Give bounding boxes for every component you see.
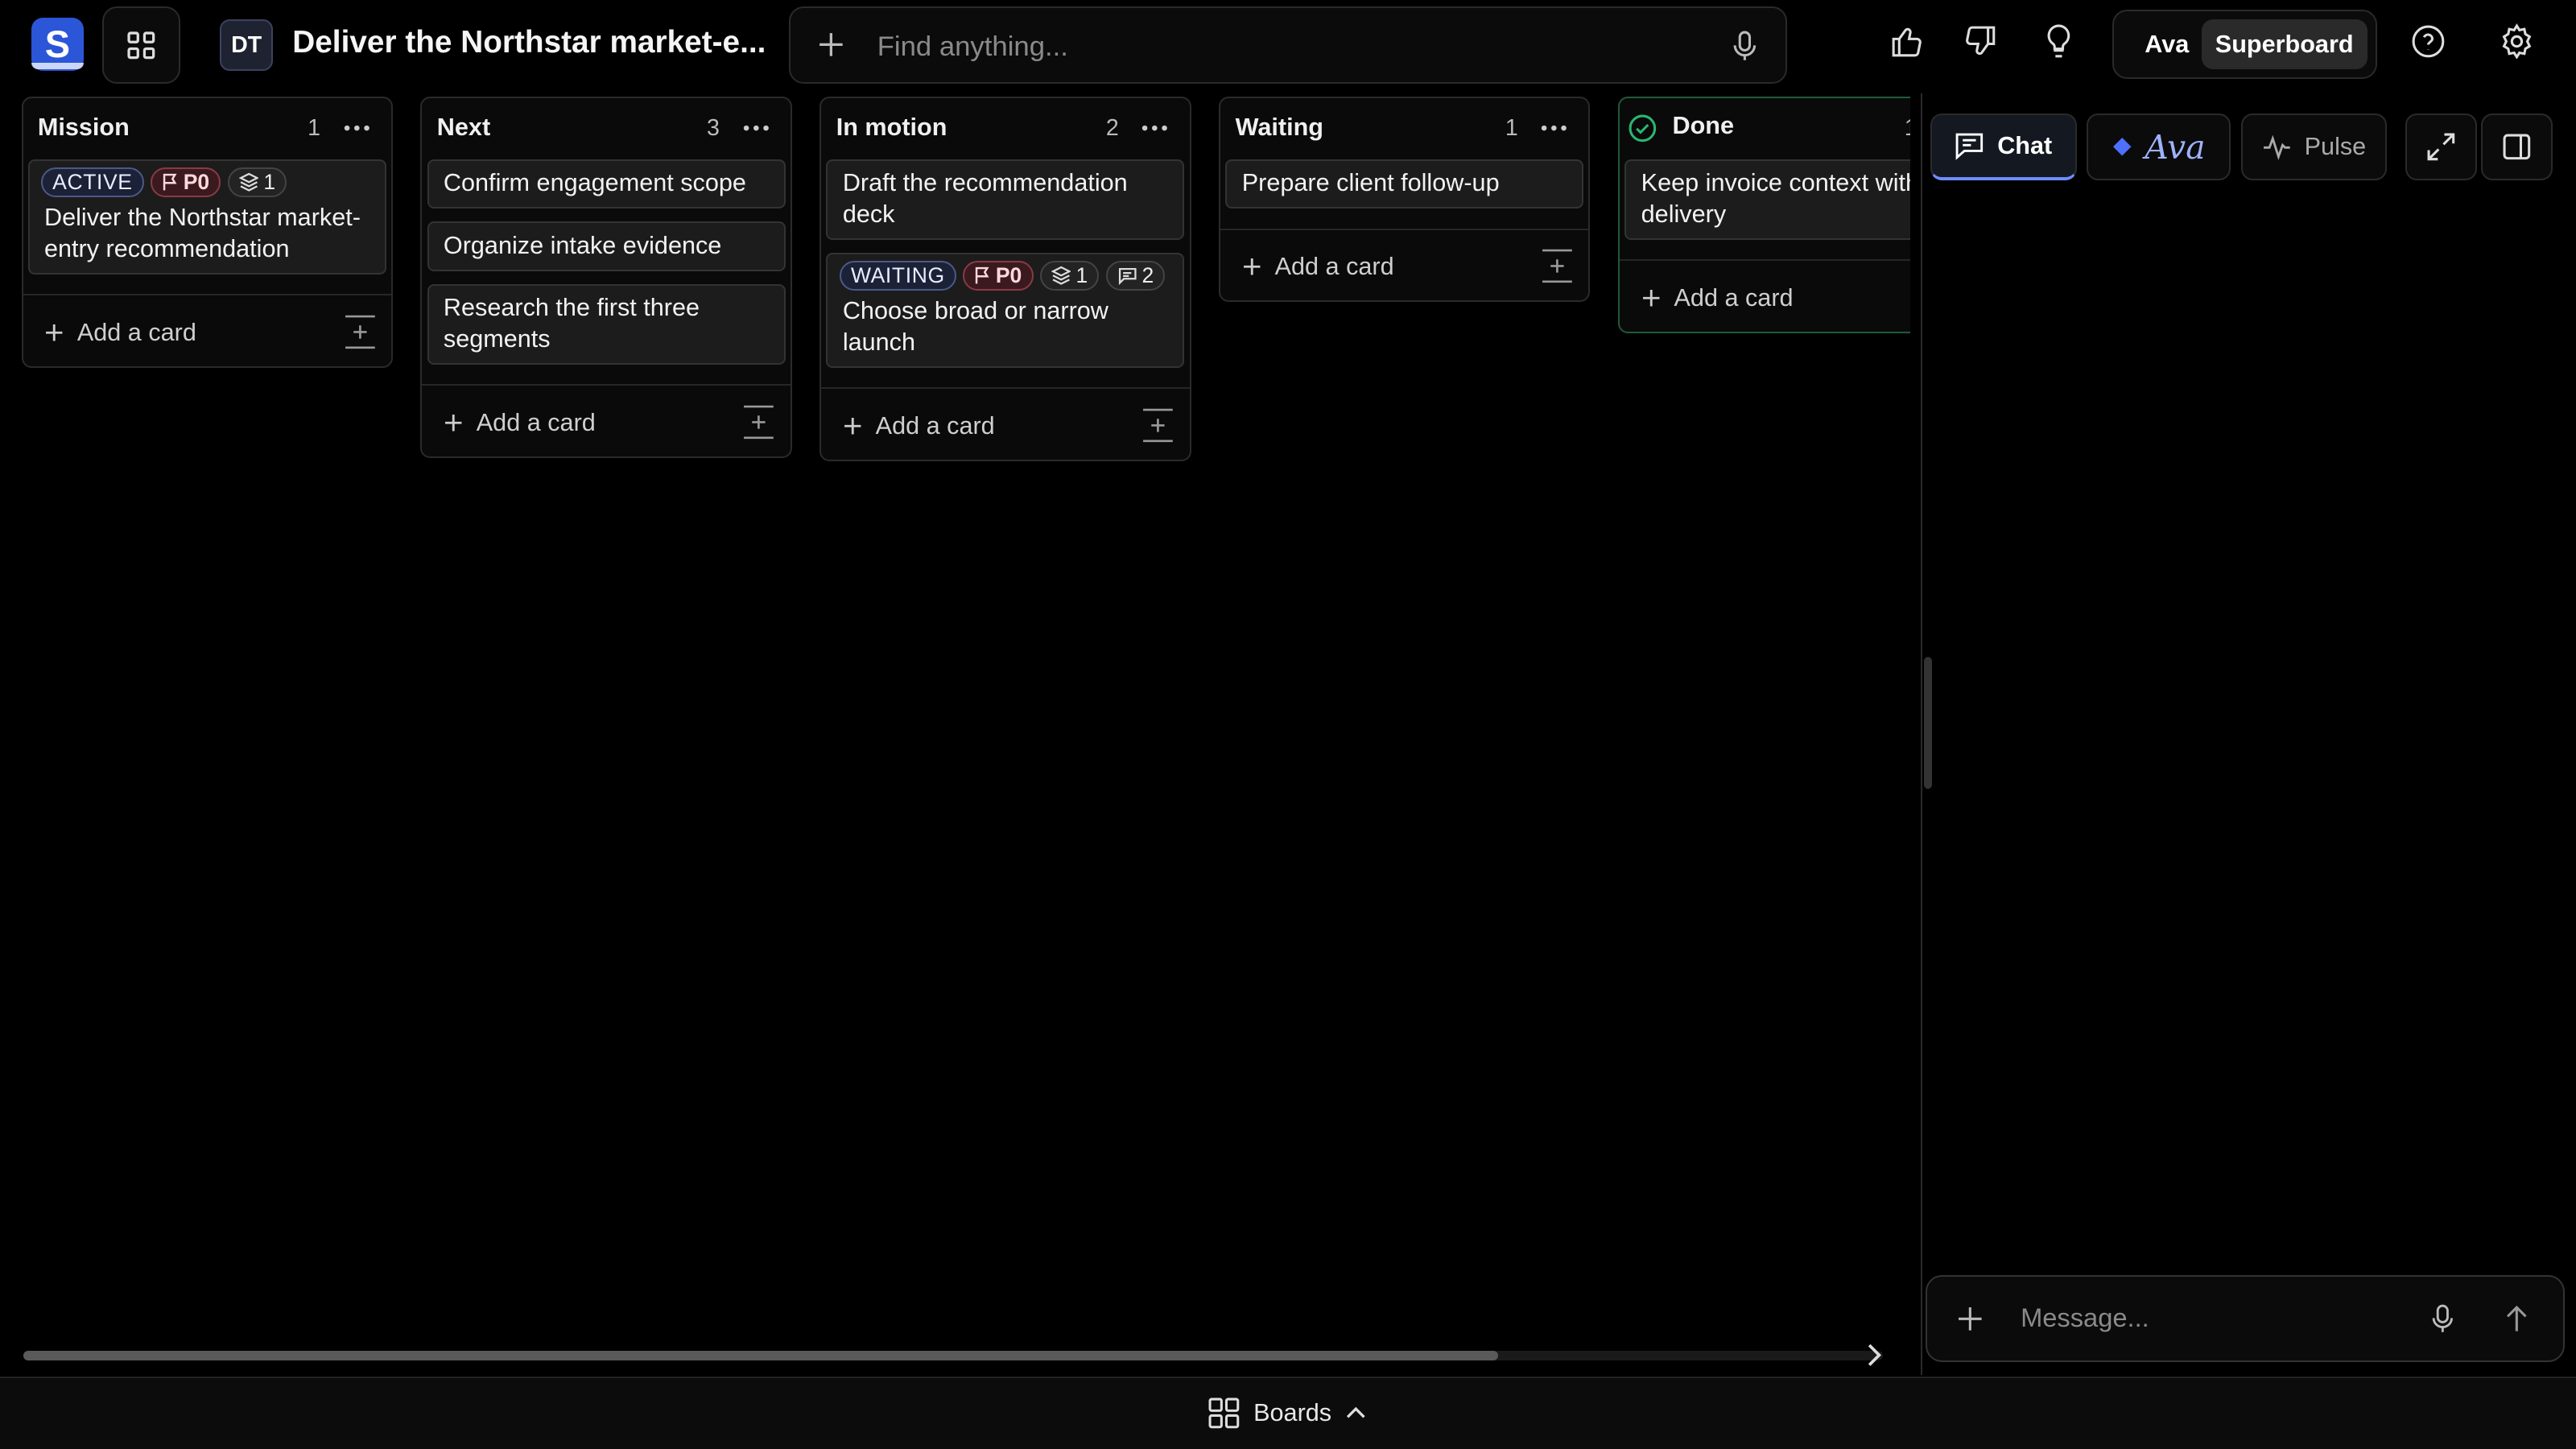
message-input[interactable]: Message...	[2021, 1302, 2149, 1333]
column-done: Done 1 Keep invoice context with deliver…	[1618, 97, 1911, 334]
assistant-panel: Chat Ava Pulse Message...	[1920, 93, 2576, 1376]
boards-label: Boards	[1253, 1398, 1332, 1426]
card[interactable]: Keep invoice context with delivery	[1624, 159, 1911, 240]
mic-icon[interactable]	[2429, 1304, 2456, 1334]
panel-resize-handle[interactable]	[1923, 657, 1932, 789]
help-icon[interactable]	[2410, 23, 2446, 60]
message-composer: Message...	[1925, 1274, 2565, 1362]
thumbs-down-icon[interactable]	[1963, 23, 2000, 60]
board-viewport: Done 1 Keep invoice context with deliver…	[0, 0, 1911, 1377]
chevron-up-icon	[1347, 1406, 1366, 1418]
column-header: Done 1	[1620, 98, 1910, 159]
scrollbar-thumb[interactable]	[23, 1350, 1499, 1360]
chat-icon	[1955, 133, 1984, 160]
add-card-button[interactable]: Add a card	[1641, 284, 1794, 312]
pulse-icon	[2263, 135, 2290, 160]
tab-chat[interactable]: Chat	[1930, 113, 2077, 181]
tab-label: Pulse	[2304, 133, 2367, 161]
diamond-icon	[2112, 138, 2132, 156]
column-count: 1	[1905, 115, 1911, 142]
gear-icon[interactable]	[2499, 23, 2535, 60]
tab-ava[interactable]: Ava	[2086, 113, 2231, 181]
bottom-bar: Boards	[0, 1377, 2576, 1449]
horizontal-scrollbar[interactable]	[23, 1350, 1883, 1360]
expand-icon	[2427, 133, 2455, 161]
mode-ava-button[interactable]: Ava	[2129, 19, 2205, 68]
tab-pulse[interactable]: Pulse	[2240, 113, 2388, 181]
lightbulb-icon[interactable]	[2042, 23, 2075, 60]
chevron-right-icon[interactable]	[1863, 1342, 1886, 1368]
column-footer: Add a card	[1620, 259, 1911, 332]
sidebar-icon	[2503, 134, 2531, 160]
mode-superboard-button[interactable]: Superboard	[2201, 19, 2368, 69]
expand-button[interactable]	[2405, 113, 2478, 181]
tab-label: Ava	[2145, 127, 2206, 167]
plus-icon	[1642, 290, 1660, 307]
plus-icon[interactable]	[1957, 1306, 1984, 1332]
column-title[interactable]: Done	[1672, 112, 1734, 140]
boards-button[interactable]: Boards	[1208, 1397, 1368, 1430]
add-card-label: Add a card	[1674, 283, 1794, 312]
boards-grid-icon	[1208, 1397, 1240, 1428]
tab-label: Chat	[1997, 132, 2053, 160]
toggle-sidebar-button[interactable]	[2480, 113, 2553, 181]
card-title: Keep invoice context with delivery	[1641, 169, 1911, 228]
send-arrow-icon[interactable]	[2504, 1304, 2530, 1334]
check-circle-icon	[1629, 114, 1657, 142]
mode-toggle: Ava Superboard	[2112, 10, 2378, 79]
